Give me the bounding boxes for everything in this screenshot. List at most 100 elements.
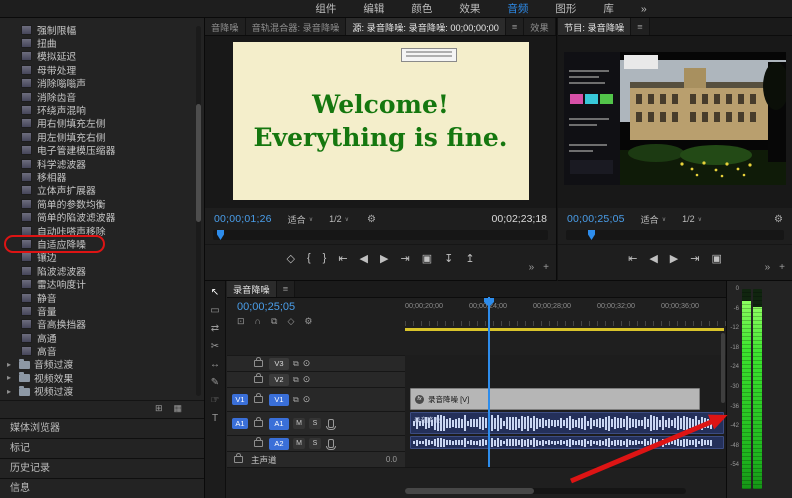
playhead-line[interactable]: [488, 297, 490, 467]
current-timecode[interactable]: 00;00;25;05: [567, 213, 625, 225]
lock-icon[interactable]: [254, 393, 263, 403]
workspace-tab[interactable]: 图形: [555, 1, 576, 16]
solo-button[interactable]: S: [309, 438, 321, 449]
type-tool-icon[interactable]: T: [212, 414, 218, 424]
effect-item[interactable]: 消除齿音: [0, 90, 204, 104]
source-patch-empty[interactable]: [232, 438, 248, 449]
linked-selection-icon[interactable]: ⧉: [271, 316, 277, 327]
scrubber-playhead[interactable]: [217, 230, 224, 240]
time-ruler[interactable]: 00;00;20;00 00;00;24;0000;00;28;00 00;00;3…: [405, 297, 726, 328]
selection-tool-icon[interactable]: ↖: [211, 288, 219, 298]
audio-clip-a1[interactable]: 录音降噪: [410, 412, 724, 434]
effect-item[interactable]: 高音: [0, 344, 204, 358]
scrubber-playhead[interactable]: [588, 230, 595, 240]
timeline-timecode[interactable]: 00;00;25;05: [237, 301, 295, 313]
effect-item[interactable]: 用左侧填充右侧: [0, 130, 204, 144]
effect-item[interactable]: 强制限幅: [0, 23, 204, 37]
new-custom-bin-icon[interactable]: ⊞: [155, 403, 163, 416]
overwrite-icon[interactable]: ↥: [465, 252, 474, 265]
razor-tool-icon[interactable]: ✂: [211, 342, 219, 352]
play-icon[interactable]: ▶: [670, 252, 678, 265]
track-lane-v2[interactable]: [405, 371, 726, 388]
source-patch-v1[interactable]: V1: [232, 394, 248, 405]
panel-menu-icon[interactable]: ≡: [505, 18, 525, 35]
effect-item[interactable]: 母带处理: [0, 63, 204, 77]
panel-menu-icon[interactable]: ≡: [276, 281, 296, 297]
scrollbar-thumb[interactable]: [196, 104, 201, 222]
effect-item[interactable]: 音高换挡器: [0, 318, 204, 331]
workspace-tab[interactable]: 效果: [459, 1, 480, 16]
sync-lock-icon[interactable]: ⧉: [293, 359, 299, 369]
track-button-v3[interactable]: V3: [269, 357, 289, 370]
export-frame-icon[interactable]: ▣: [711, 252, 721, 265]
mic-icon[interactable]: [326, 419, 336, 430]
settings-icon[interactable]: ⚙: [367, 214, 376, 225]
delete-icon[interactable]: ▦: [173, 403, 182, 416]
toggle-track-output-icon[interactable]: ⊙: [303, 394, 311, 405]
effect-item[interactable]: 电子管建模压缩器: [0, 144, 204, 157]
ripple-edit-tool-icon[interactable]: ⇄: [211, 324, 219, 334]
button-editor-icon[interactable]: +: [779, 262, 785, 273]
monitor-tab[interactable]: 节目: 录音降噪: [558, 18, 632, 35]
monitor-tab[interactable]: 音轨混合器: 录音降噪: [245, 18, 347, 35]
panel-tab[interactable]: 信息: [0, 478, 204, 498]
track-select-tool-icon[interactable]: ▭: [210, 306, 219, 316]
workspace-tab[interactable]: 组件: [315, 1, 336, 16]
button-overflow-icon[interactable]: »: [765, 262, 771, 273]
resolution-dropdown[interactable]: 1/2: [329, 214, 342, 224]
chevron-right-icon[interactable]: ▸: [7, 373, 15, 382]
track-button-a1[interactable]: A1: [269, 417, 289, 430]
button-editor-icon[interactable]: +: [543, 262, 549, 273]
mark-in-icon[interactable]: {: [307, 252, 311, 264]
monitor-tab[interactable]: 音降噪: [205, 18, 246, 35]
insert-icon[interactable]: ↧: [444, 252, 453, 265]
panel-tab[interactable]: 标记: [0, 438, 204, 458]
effect-folder[interactable]: ▸ 视频效果: [0, 371, 204, 385]
effect-item[interactable]: 音量: [0, 304, 204, 318]
sync-lock-icon[interactable]: ⧉: [293, 395, 299, 405]
effect-item[interactable]: 简单的参数均衡: [0, 197, 204, 211]
track-lane-v3[interactable]: [405, 355, 726, 372]
settings-icon[interactable]: ⚙: [774, 214, 783, 225]
add-marker-icon[interactable]: ◇: [287, 316, 294, 327]
source-video-area[interactable]: Welcome! Everything is fine.: [205, 36, 556, 208]
effect-item[interactable]: 简单的陷波滤波器: [0, 210, 204, 224]
track-button-v1[interactable]: V1: [269, 393, 289, 406]
scrollbar-vertical[interactable]: [721, 333, 725, 403]
toggle-track-output-icon[interactable]: ⊙: [303, 358, 311, 369]
program-video-area[interactable]: [558, 36, 792, 208]
video-clip[interactable]: fx 录音降噪 [V]: [410, 388, 700, 410]
panel-tab[interactable]: 历史记录: [0, 458, 204, 478]
play-icon[interactable]: ▶: [380, 252, 388, 265]
pen-tool-icon[interactable]: ✎: [211, 378, 219, 388]
track-button-v2[interactable]: V2: [269, 373, 289, 386]
workspace-tab[interactable]: 颜色: [411, 1, 432, 16]
go-to-in-icon[interactable]: ⇤: [338, 252, 347, 265]
workspace-tab[interactable]: 音频: [507, 1, 528, 16]
snap-icon[interactable]: ∩: [255, 316, 261, 327]
mark-out-icon[interactable]: }: [323, 252, 327, 264]
monitor-tab[interactable]: 效果: [524, 18, 556, 35]
workspace-tab[interactable]: 编辑: [363, 1, 384, 16]
mute-button[interactable]: M: [293, 438, 305, 449]
panel-tab[interactable]: 媒体浏览器: [0, 418, 204, 438]
effect-item[interactable]: 用右侧填充左侧: [0, 117, 204, 130]
nest-icon[interactable]: ⊡: [237, 316, 245, 327]
master-volume-value[interactable]: 0.0: [386, 455, 397, 464]
step-back-icon[interactable]: ◀: [360, 252, 368, 265]
step-back-icon[interactable]: ◀: [649, 252, 657, 265]
scrollbar-vertical[interactable]: [196, 26, 201, 396]
button-overflow-icon[interactable]: »: [529, 262, 535, 273]
audio-clip-a2[interactable]: [410, 436, 724, 449]
go-to-in-icon[interactable]: ⇤: [628, 252, 637, 265]
mic-icon[interactable]: [326, 439, 336, 450]
chevron-right-icon[interactable]: ▸: [7, 387, 15, 396]
source-patch-a1[interactable]: A1: [232, 418, 248, 429]
slip-tool-icon[interactable]: ↔: [210, 360, 220, 370]
effect-item[interactable]: 科学滤波器: [0, 157, 204, 171]
effect-folder[interactable]: ▸ 视频过渡: [0, 385, 204, 398]
scrollbar-thumb[interactable]: [405, 488, 535, 494]
program-scrubber[interactable]: [566, 230, 784, 240]
effect-item[interactable]: 雷达响度计: [0, 277, 204, 291]
add-marker-icon[interactable]: ◇: [286, 252, 294, 265]
